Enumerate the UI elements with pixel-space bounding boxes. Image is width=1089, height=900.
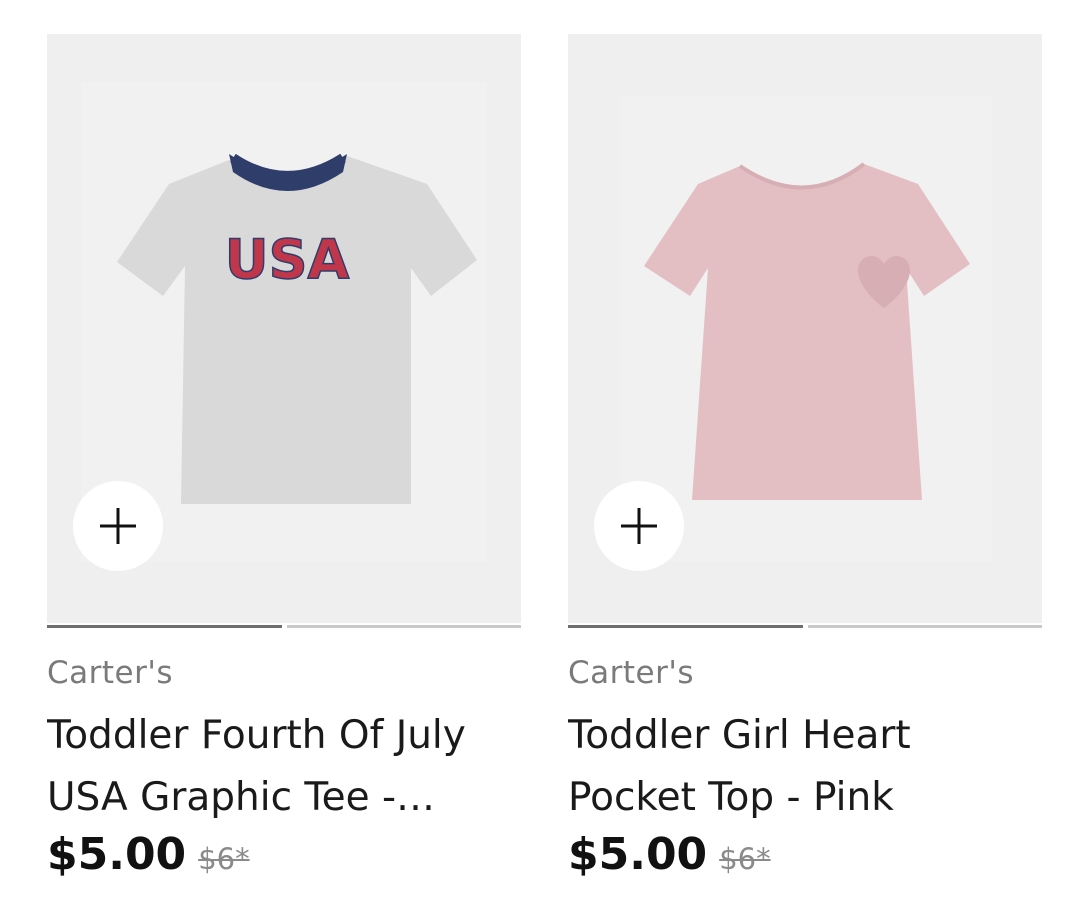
product-title[interactable]: Toddler Fourth Of July USA Graphic Tee -… <box>47 705 521 829</box>
brand-name: Carter's <box>47 655 174 691</box>
carousel-segment-active <box>568 625 803 628</box>
product-image[interactable]: USA <box>47 34 521 623</box>
brand-name: Carter's <box>568 655 695 691</box>
carousel-segment <box>286 625 521 628</box>
price-row: $5.00 $6* <box>47 829 521 880</box>
product-title[interactable]: Toddler Girl Heart Pocket Top - Pink <box>568 705 1042 829</box>
image-carousel-indicator <box>568 625 1042 629</box>
add-to-cart-button[interactable] <box>594 481 684 571</box>
original-price: $6* <box>198 842 250 876</box>
product-card[interactable]: Carter's Toddler Girl Heart Pocket Top -… <box>568 34 1042 880</box>
plus-icon <box>621 508 657 544</box>
sale-price: $5.00 <box>568 829 708 880</box>
add-to-cart-button[interactable] <box>73 481 163 571</box>
carousel-segment <box>807 625 1042 628</box>
image-carousel-indicator <box>47 625 521 629</box>
shirt-graphic-text: USA <box>225 228 350 291</box>
price-row: $5.00 $6* <box>568 829 1042 880</box>
product-image[interactable] <box>568 34 1042 623</box>
carousel-segment-active <box>47 625 282 628</box>
plus-icon <box>100 508 136 544</box>
original-price: $6* <box>719 842 771 876</box>
product-card[interactable]: USA Carter's Toddler Fourth Of July USA … <box>47 34 521 880</box>
sale-price: $5.00 <box>47 829 187 880</box>
product-grid: USA Carter's Toddler Fourth Of July USA … <box>0 0 1089 900</box>
